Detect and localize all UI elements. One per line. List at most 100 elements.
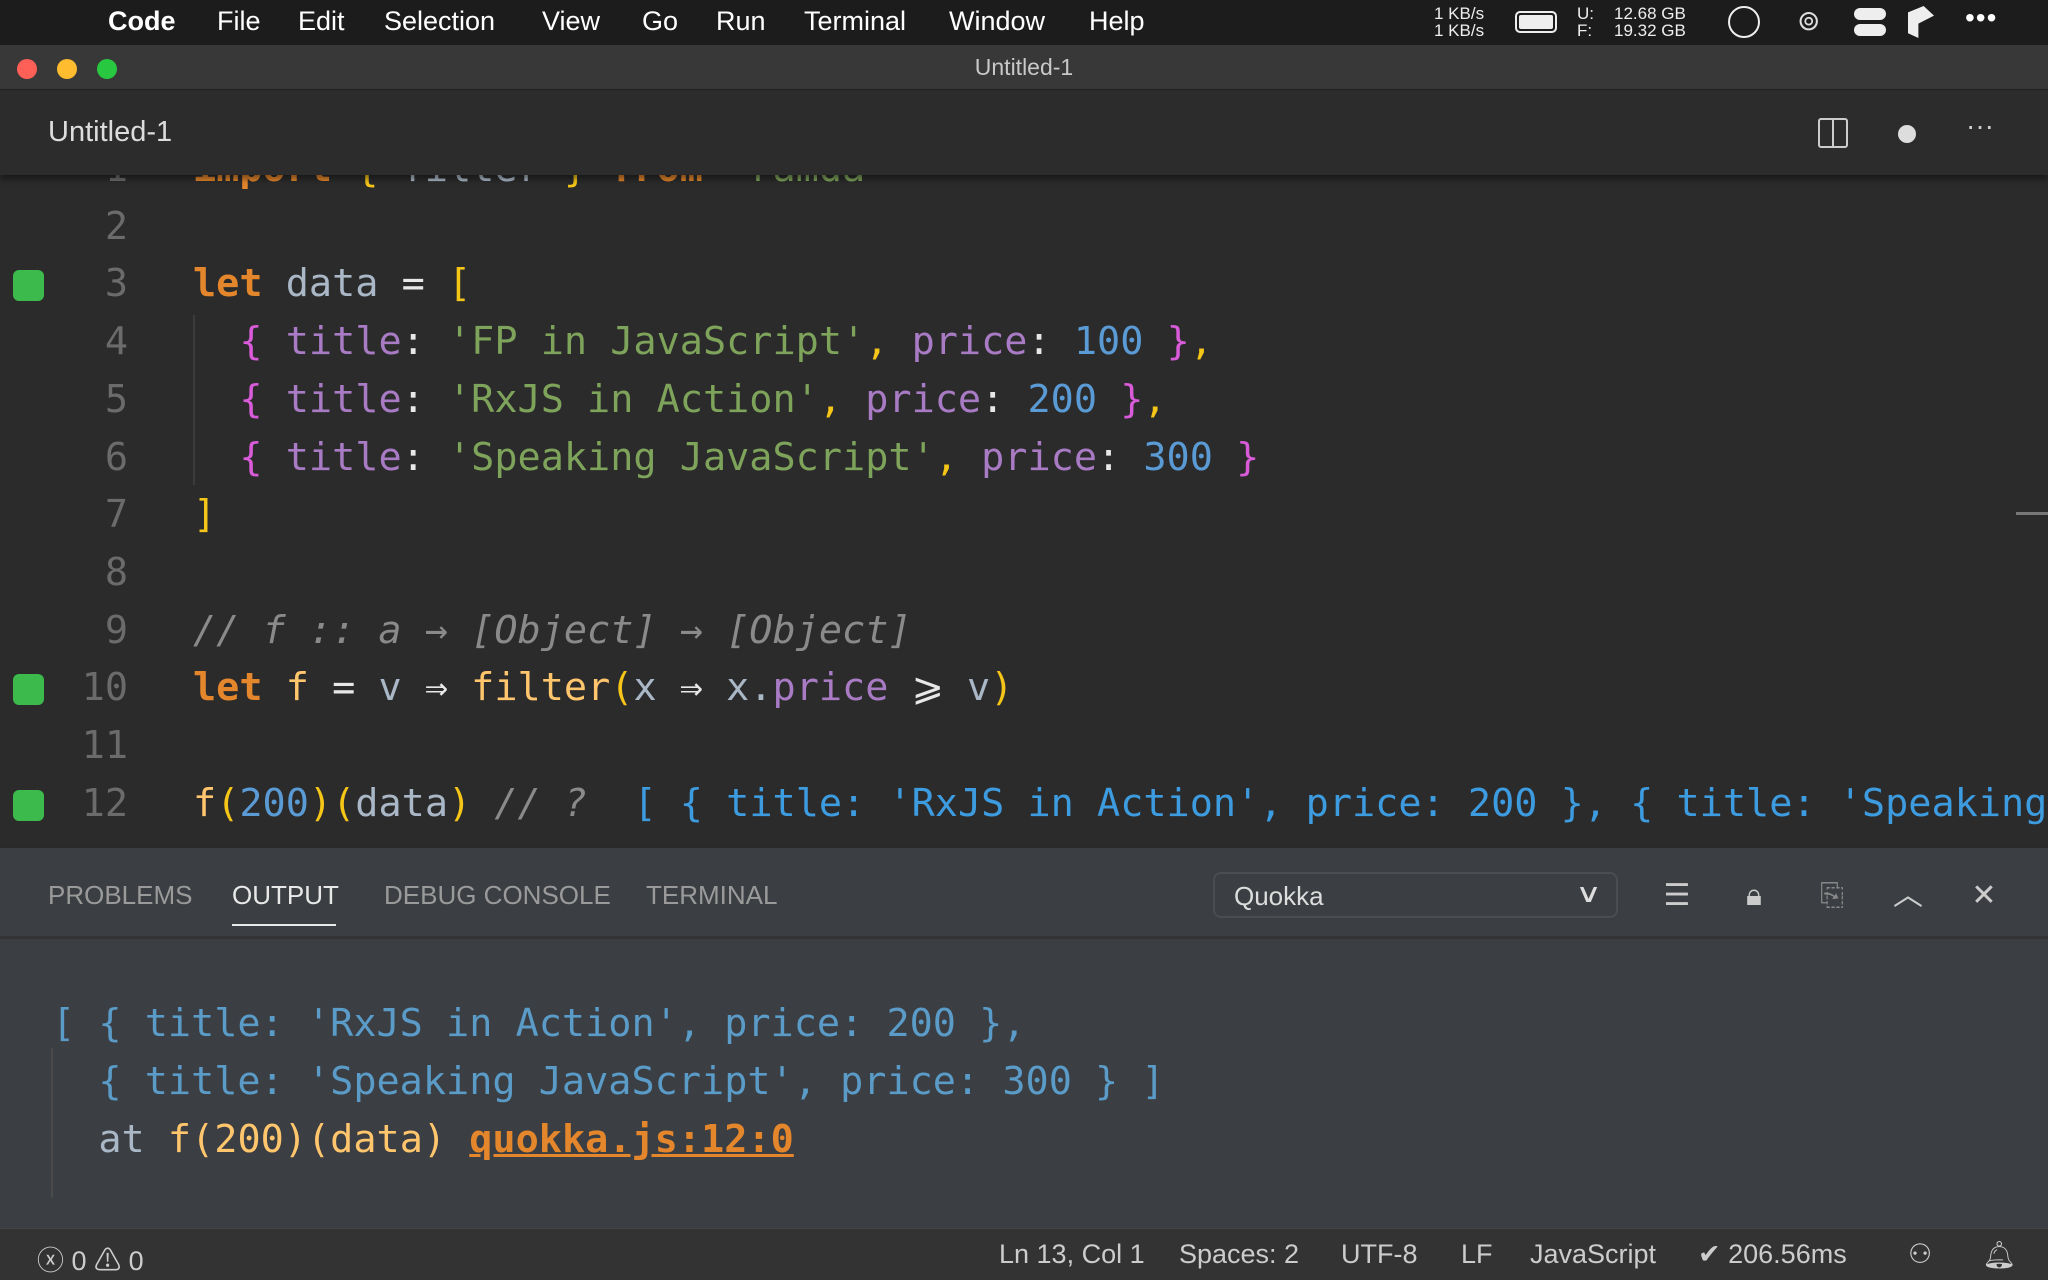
menu-file[interactable]: File <box>217 6 261 37</box>
quokka-timing[interactable]: ✔ 206.56ms <box>1698 1239 1847 1270</box>
maximize-panel-icon[interactable]: ︿ <box>1886 874 1930 918</box>
code-token: : <box>1097 434 1144 480</box>
memory-values[interactable]: 12.68 GB 19.32 GB <box>1614 5 1686 39</box>
battery-icon[interactable] <box>1515 11 1557 33</box>
code-token: v <box>378 665 425 711</box>
feedback-icon[interactable]: ⚇ <box>1908 1239 1932 1270</box>
code-text: { title: 'RxJS in Action', price: 200 }, <box>193 371 1167 429</box>
code-token: price <box>865 376 982 422</box>
code-token: // ? <box>471 780 611 826</box>
code-line[interactable]: 12 f(200)(data) // ? [ { title: 'RxJS in … <box>0 775 2048 833</box>
tab-untitled-1[interactable]: Untitled-1 <box>48 116 172 149</box>
wifi-link-icon[interactable]: ⊚ <box>1797 4 1820 37</box>
indentation[interactable]: Spaces: 2 <box>1179 1239 1299 1270</box>
code-line[interactable]: 2 <box>0 198 2048 256</box>
line-number: 2 <box>104 203 128 249</box>
more-actions-icon[interactable]: ··· <box>1966 110 1994 142</box>
code-token: let <box>193 665 263 711</box>
code-line[interactable]: 1 import { filter } from 'ramda' <box>0 175 2048 198</box>
tab-output[interactable]: OUTPUT <box>232 880 339 911</box>
more-icon[interactable]: ••• <box>1965 2 1997 34</box>
code-token: )( <box>308 780 356 826</box>
code-token: title <box>262 434 402 480</box>
code-token: let <box>193 261 263 307</box>
code-token: { <box>193 434 263 480</box>
warning-icon: ⚠ <box>94 1246 122 1276</box>
editor-tab-bar: Untitled-1 ··· <box>0 90 2048 175</box>
code-line[interactable]: 8 <box>0 544 2048 602</box>
code-line[interactable]: 11 <box>0 717 2048 775</box>
menu-view[interactable]: View <box>542 6 600 37</box>
open-log-file-icon[interactable]: ⎘ <box>1810 874 1854 918</box>
network-speed[interactable]: 1 KB/s 1 KB/s <box>1434 5 1484 39</box>
code-token: data <box>355 780 448 826</box>
source-link[interactable]: quokka.js:12:0 <box>469 1117 794 1162</box>
panel-divider <box>0 936 2048 939</box>
app-extension-icon[interactable] <box>1908 6 1934 38</box>
code-token: 'ramda' <box>703 175 888 191</box>
mac-menu-bar: Code File Edit Selection View Go Run Ter… <box>0 0 2048 45</box>
output-channel-select[interactable]: Quokka ∨ <box>1213 872 1618 918</box>
code-token: , <box>1143 376 1167 422</box>
inline-result: [ { title: 'RxJS in Action', price: 200 … <box>633 780 2048 826</box>
memory-labels: U: F: <box>1577 4 1594 40</box>
menu-edit[interactable]: Edit <box>298 6 345 37</box>
code-token: = <box>401 261 425 307</box>
menu-selection[interactable]: Selection <box>384 6 495 37</box>
control-center-icon[interactable] <box>1854 8 1886 38</box>
code-token: { <box>193 376 263 422</box>
code-line[interactable]: 10 let f = v ⇒ filter(x ⇒ x.price ⩾ v) <box>0 659 2048 717</box>
code-line[interactable]: 9 // f :: a → [Object] → [Object] <box>0 602 2048 660</box>
code-line[interactable]: 7] <box>0 486 2048 544</box>
code-token: import <box>193 175 332 191</box>
clear-output-icon[interactable]: ☰ <box>1655 874 1699 918</box>
code-token: ( <box>610 665 634 711</box>
code-token: 'Speaking JavaScript' <box>447 434 935 480</box>
code-token: : <box>401 319 448 365</box>
chevron-down-icon: ∨ <box>1575 878 1602 908</box>
language-mode[interactable]: JavaScript <box>1530 1239 1656 1270</box>
clock-icon[interactable] <box>1728 6 1760 38</box>
tab-debug-console[interactable]: DEBUG CONSOLE <box>384 880 611 911</box>
code-token: filter <box>471 665 611 711</box>
menu-window[interactable]: Window <box>949 6 1045 37</box>
code-token: from <box>610 175 703 191</box>
code-line[interactable]: 5 { title: 'RxJS in Action', price: 200 … <box>0 371 2048 429</box>
code-token: price <box>911 319 1028 365</box>
split-editor-icon[interactable] <box>1818 118 1848 148</box>
line-number: 11 <box>81 723 128 768</box>
notifications-bell-icon[interactable]: 🔔︎ <box>1982 1239 2016 1271</box>
code-token: = <box>332 665 379 711</box>
end-of-line[interactable]: LF <box>1461 1239 1493 1270</box>
line-number: 9 <box>104 607 128 653</box>
code-token: , <box>1189 319 1213 365</box>
output-line-1: [ { title: 'RxJS in Action', price: 200 … <box>52 1001 1026 1046</box>
code-token: title <box>262 319 402 365</box>
tab-terminal[interactable]: TERMINAL <box>646 880 777 911</box>
scrollbar-marker[interactable] <box>2016 512 2048 515</box>
line-number: 6 <box>104 434 128 480</box>
code-line[interactable]: 3 let data = [ <box>0 255 2048 313</box>
code-token: } <box>541 175 611 191</box>
close-panel-icon[interactable]: ✕ <box>1962 874 2006 918</box>
code-line[interactable]: 6 { title: 'Speaking JavaScript', price:… <box>0 429 2048 487</box>
cursor-position[interactable]: Ln 13, Col 1 <box>999 1239 1145 1270</box>
code-token: 'FP in JavaScript' <box>447 319 866 365</box>
code-token: } <box>1143 319 1190 365</box>
unsaved-dot-icon[interactable] <box>1898 125 1916 143</box>
menu-go[interactable]: Go <box>642 6 678 37</box>
tab-problems[interactable]: PROBLEMS <box>48 880 193 911</box>
lock-scroll-icon[interactable]: 🔒︎ <box>1732 874 1776 918</box>
output-call: f(200)(data) <box>167 1117 447 1162</box>
code-text: f(200)(data) // ? [ { title: 'RxJS in Ac… <box>193 775 2048 833</box>
code-token: ⩾ <box>888 665 968 711</box>
code-line[interactable]: 4 { title: 'FP in JavaScript', price: 10… <box>0 313 2048 371</box>
problems-status[interactable]: ⓧ 0 ⚠ 0 <box>37 1239 144 1278</box>
code-editor[interactable]: 1 import { filter } from 'ramda' 2 3 let dat… <box>0 175 2048 845</box>
encoding[interactable]: UTF-8 <box>1341 1239 1418 1270</box>
menu-help[interactable]: Help <box>1089 6 1145 37</box>
menu-run[interactable]: Run <box>716 6 766 37</box>
menu-app-name[interactable]: Code <box>108 6 176 37</box>
coverage-marker-icon <box>13 270 44 302</box>
menu-terminal[interactable]: Terminal <box>804 6 906 37</box>
